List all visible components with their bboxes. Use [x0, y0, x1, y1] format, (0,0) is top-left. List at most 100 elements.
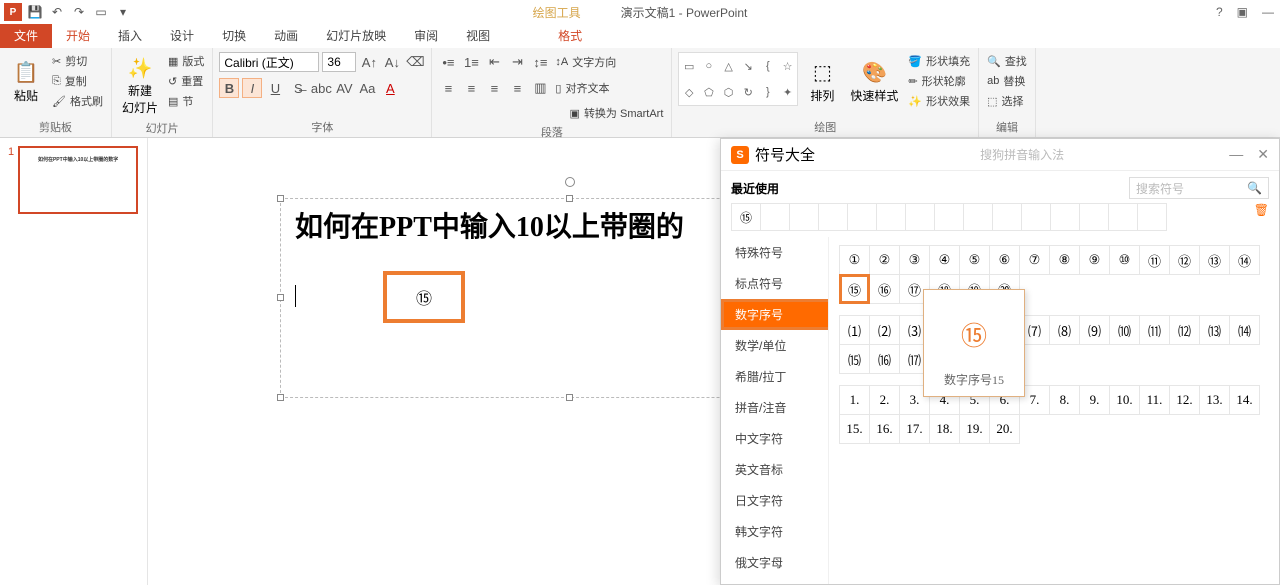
font-name-combo[interactable]: Calibri (正文): [219, 52, 319, 72]
symbol-cell[interactable]: 11.: [1139, 385, 1170, 415]
resize-handle[interactable]: [566, 394, 573, 401]
symbol-cell[interactable]: 9.: [1079, 385, 1110, 415]
cat-ru[interactable]: 俄文字母: [721, 547, 828, 578]
symbol-search-input[interactable]: 搜索符号 🔍: [1129, 177, 1269, 199]
symbol-cell[interactable]: ⒀: [1199, 315, 1230, 345]
tab-slideshow[interactable]: 幻灯片放映: [312, 23, 400, 48]
panel-close-button[interactable]: ✕: [1257, 146, 1269, 163]
cat-jp[interactable]: 日文字符: [721, 485, 828, 516]
clear-recent-icon[interactable]: 🗑: [1254, 203, 1269, 231]
save-icon[interactable]: 💾: [26, 3, 44, 21]
bullets-button[interactable]: •≡: [438, 52, 458, 72]
format-painter-button[interactable]: 🖌格式刷: [50, 92, 105, 110]
indent-dec-button[interactable]: ⇤: [484, 52, 504, 72]
ribbon-options-button[interactable]: ▣: [1237, 5, 1248, 19]
symbol-cell[interactable]: 19.: [959, 414, 990, 444]
find-button[interactable]: 🔍查找: [985, 52, 1029, 70]
tab-insert[interactable]: 插入: [104, 23, 156, 48]
symbol-cell[interactable]: ⑴: [839, 315, 870, 345]
symbol-cell[interactable]: ⑫: [1169, 245, 1200, 275]
symbol-cell[interactable]: 12.: [1169, 385, 1200, 415]
cat-eng[interactable]: 英文音标: [721, 454, 828, 485]
symbol-cell[interactable]: ⑾: [1139, 315, 1170, 345]
reset-button[interactable]: ↺重置: [166, 72, 206, 90]
start-icon[interactable]: ▭: [92, 3, 110, 21]
resize-handle[interactable]: [277, 394, 284, 401]
cat-math[interactable]: 数学/单位: [721, 330, 828, 361]
symbol-cell[interactable]: ⑭: [1229, 245, 1260, 275]
thumbnail-1[interactable]: 1 如何在PPT中输入10以上带圈的数字: [8, 146, 139, 214]
shape-outline-button[interactable]: ✏形状轮廓: [906, 72, 972, 90]
tab-home[interactable]: 开始: [52, 23, 104, 48]
recent-symbol[interactable]: ⑮: [731, 203, 761, 231]
minimize-button[interactable]: —: [1262, 5, 1274, 19]
resize-handle[interactable]: [277, 294, 284, 301]
spacing-button[interactable]: AV: [334, 78, 354, 98]
panel-minimize-button[interactable]: —: [1229, 146, 1243, 163]
tab-animations[interactable]: 动画: [260, 23, 312, 48]
cat-kr[interactable]: 韩文字符: [721, 516, 828, 547]
copy-button[interactable]: ⎘复制: [50, 72, 105, 90]
quick-styles-button[interactable]: 🎨快速样式: [846, 52, 902, 110]
align-text-button[interactable]: ▯对齐文本: [553, 79, 611, 97]
smartart-button[interactable]: ▣转换为 SmartArt: [568, 104, 666, 122]
symbol-cell[interactable]: ⑿: [1169, 315, 1200, 345]
symbol-cell[interactable]: ③: [899, 245, 930, 275]
justify-button[interactable]: ≡: [507, 78, 527, 98]
symbol-cell[interactable]: 8.: [1049, 385, 1080, 415]
indent-inc-button[interactable]: ⇥: [507, 52, 527, 72]
recent-symbol-empty[interactable]: [1050, 203, 1080, 231]
symbol-cell[interactable]: ⑥: [989, 245, 1020, 275]
symbol-cell[interactable]: ⑻: [1049, 315, 1080, 345]
select-button[interactable]: ⬚选择: [985, 92, 1029, 110]
symbol-cell[interactable]: 10.: [1109, 385, 1140, 415]
cat-cjk[interactable]: 中文字符: [721, 423, 828, 454]
cat-numseq[interactable]: 数字序号: [721, 299, 828, 330]
redo-icon[interactable]: ↷: [70, 3, 88, 21]
layout-button[interactable]: ▦版式: [166, 52, 206, 70]
symbol-cell[interactable]: ⑬: [1199, 245, 1230, 275]
recent-symbol-empty[interactable]: [847, 203, 877, 231]
recent-symbol-empty[interactable]: [1079, 203, 1109, 231]
resize-handle[interactable]: [566, 195, 573, 202]
case-button[interactable]: Aa: [357, 78, 377, 98]
shrink-font-button[interactable]: A↓: [382, 52, 402, 72]
symbol-cell[interactable]: 16.: [869, 414, 900, 444]
recent-symbol-empty[interactable]: [934, 203, 964, 231]
font-size-combo[interactable]: 36: [322, 52, 356, 72]
grow-font-button[interactable]: A↑: [359, 52, 379, 72]
symbol-cell[interactable]: ②: [869, 245, 900, 275]
italic-button[interactable]: I: [242, 78, 262, 98]
symbol-cell[interactable]: ⑼: [1079, 315, 1110, 345]
symbol-cell[interactable]: 1.: [839, 385, 870, 415]
section-button[interactable]: ▤节: [166, 92, 206, 110]
recent-symbol-empty[interactable]: [905, 203, 935, 231]
symbol-cell[interactable]: 17.: [899, 414, 930, 444]
symbol-cell[interactable]: 13.: [1199, 385, 1230, 415]
shape-effects-button[interactable]: ✨形状效果: [906, 92, 972, 110]
new-slide-button[interactable]: ✨ 新建 幻灯片: [118, 52, 162, 118]
symbol-cell[interactable]: ⑯: [869, 274, 900, 304]
rotate-handle[interactable]: [565, 177, 575, 187]
align-right-button[interactable]: ≡: [484, 78, 504, 98]
symbol-cell[interactable]: 20.: [989, 414, 1020, 444]
symbol-cell[interactable]: ⒃: [869, 344, 900, 374]
recent-symbol-empty[interactable]: [760, 203, 790, 231]
symbol-cell[interactable]: ⑦: [1019, 245, 1050, 275]
recent-symbol-empty[interactable]: [1137, 203, 1167, 231]
cat-tab[interactable]: 制表符: [721, 578, 828, 584]
resize-handle[interactable]: [277, 195, 284, 202]
qat-dropdown-icon[interactable]: ▾: [114, 3, 132, 21]
recent-symbol-empty[interactable]: [818, 203, 848, 231]
symbol-cell[interactable]: ⒂: [839, 344, 870, 374]
tab-review[interactable]: 审阅: [400, 23, 452, 48]
symbol-cell[interactable]: ⑨: [1079, 245, 1110, 275]
symbol-cell[interactable]: ⑵: [869, 315, 900, 345]
recent-symbol-empty[interactable]: [876, 203, 906, 231]
symbol-cell[interactable]: 2.: [869, 385, 900, 415]
cat-pinyin[interactable]: 拼音/注音: [721, 392, 828, 423]
symbol-cell[interactable]: ⑽: [1109, 315, 1140, 345]
align-left-button[interactable]: ≡: [438, 78, 458, 98]
symbol-cell[interactable]: ⑮: [839, 274, 870, 304]
shape-fill-button[interactable]: 🪣形状填充: [906, 52, 972, 70]
